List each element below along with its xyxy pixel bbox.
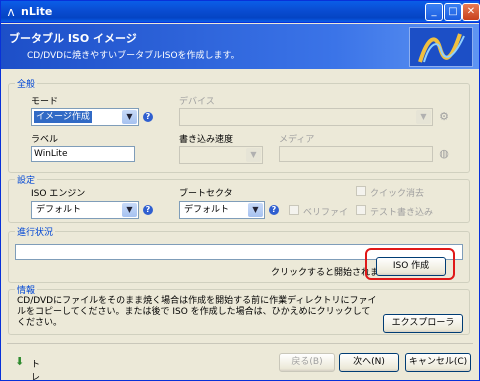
window-title: nLite (21, 5, 53, 18)
options-group: 設定 ISO エンジン デフォルト ▼ ? ブートセクタ デフォルト ▼ ? ベ… (8, 173, 470, 223)
general-legend: 全般 (15, 77, 38, 90)
test-write-checkbox[interactable] (356, 205, 366, 215)
mode-value: イメージ作成 (34, 111, 92, 123)
help-icon[interactable]: ? (269, 205, 279, 215)
tray-label: トレイ (31, 360, 41, 381)
explorer-button[interactable]: エクスプローラ (383, 314, 463, 333)
info-text: CD/DVDにファイルをそのまま焼く場合は作成を開始する前に作業ディレクトリにフ… (17, 296, 377, 328)
disc-icon[interactable]: ◍ (438, 148, 450, 160)
test-write-label: テスト書き込み (370, 208, 434, 218)
info-group: 情報 CD/DVDにファイルをそのまま焼く場合は作成を開始する前に作業ディレクト… (8, 283, 470, 335)
make-iso-button[interactable]: ISO 作成 (376, 257, 446, 276)
info-legend: 情報 (15, 283, 38, 296)
close-button[interactable]: ✕ (462, 3, 480, 21)
page-title: ブータブル ISO イメージ (9, 32, 137, 45)
mode-select[interactable]: イメージ作成 ▼ (31, 108, 139, 126)
device-select[interactable]: ▼ (179, 108, 433, 126)
iso-engine-label: ISO エンジン (31, 189, 86, 199)
next-button[interactable]: 次へ(N) (339, 353, 399, 372)
back-button[interactable]: 戻る(B) (279, 353, 335, 372)
chevron-down-icon[interactable]: ▼ (122, 110, 137, 124)
chevron-down-icon[interactable]: ▼ (248, 203, 263, 217)
iso-engine-value: デフォルト (36, 205, 82, 215)
page-description: CD/DVDに焼きやすいブータブルISOを作成します。 (27, 51, 240, 61)
label-label: ラベル (31, 135, 59, 145)
device-label: デバイス (179, 97, 215, 107)
chevron-down-icon[interactable]: ▼ (246, 148, 261, 162)
verify-label: ベリファイ (303, 208, 349, 218)
write-speed-value (182, 149, 186, 161)
page-header: ブータブル ISO イメージ CD/DVDに焼きやすいブータブルISOを作成しま… (1, 24, 479, 69)
boot-sector-label: ブートセクタ (179, 189, 233, 199)
quick-erase-checkbox[interactable] (356, 186, 366, 196)
progress-legend: 進行状況 (15, 225, 56, 238)
quick-erase-label: クイック消去 (370, 189, 425, 199)
nlite-icon: ᴧ (7, 5, 15, 19)
media-field (279, 146, 433, 162)
minimize-button[interactable]: _ (425, 3, 443, 21)
boot-sector-select[interactable]: デフォルト ▼ (179, 201, 265, 219)
title-bar[interactable]: ᴧ nLite _ □ ✕ (1, 1, 480, 23)
chevron-down-icon[interactable]: ▼ (122, 203, 137, 217)
nlite-logo (409, 27, 473, 67)
help-icon[interactable]: ? (143, 205, 153, 215)
cancel-button[interactable]: キャンセル(C) (405, 353, 471, 372)
label-input[interactable]: WinLite (31, 146, 135, 162)
device-value (182, 111, 186, 123)
options-legend: 設定 (15, 173, 38, 186)
chevron-down-icon[interactable]: ▼ (416, 110, 431, 124)
media-label: メディア (279, 135, 315, 145)
mode-label: モード (31, 97, 59, 107)
footer-divider (7, 343, 473, 344)
maximize-button[interactable]: □ (444, 3, 462, 21)
iso-engine-select[interactable]: デフォルト ▼ (31, 201, 139, 219)
write-speed-select[interactable]: ▼ (179, 146, 263, 164)
verify-checkbox[interactable] (289, 205, 299, 215)
boot-sector-value: デフォルト (184, 205, 230, 215)
general-group: 全般 モード イメージ作成 ▼ ? デバイス ▼ ⚙ ラベル WinLite 書… (8, 77, 470, 173)
help-icon[interactable]: ? (143, 112, 153, 122)
device-settings-icon[interactable]: ⚙ (438, 111, 450, 123)
nlite-window: ᴧ nLite _ □ ✕ ブータブル ISO イメージ CD/DVDに焼きやす… (0, 0, 480, 381)
tray-icon: ⬇ (15, 355, 25, 368)
write-speed-label: 書き込み速度 (179, 135, 234, 145)
